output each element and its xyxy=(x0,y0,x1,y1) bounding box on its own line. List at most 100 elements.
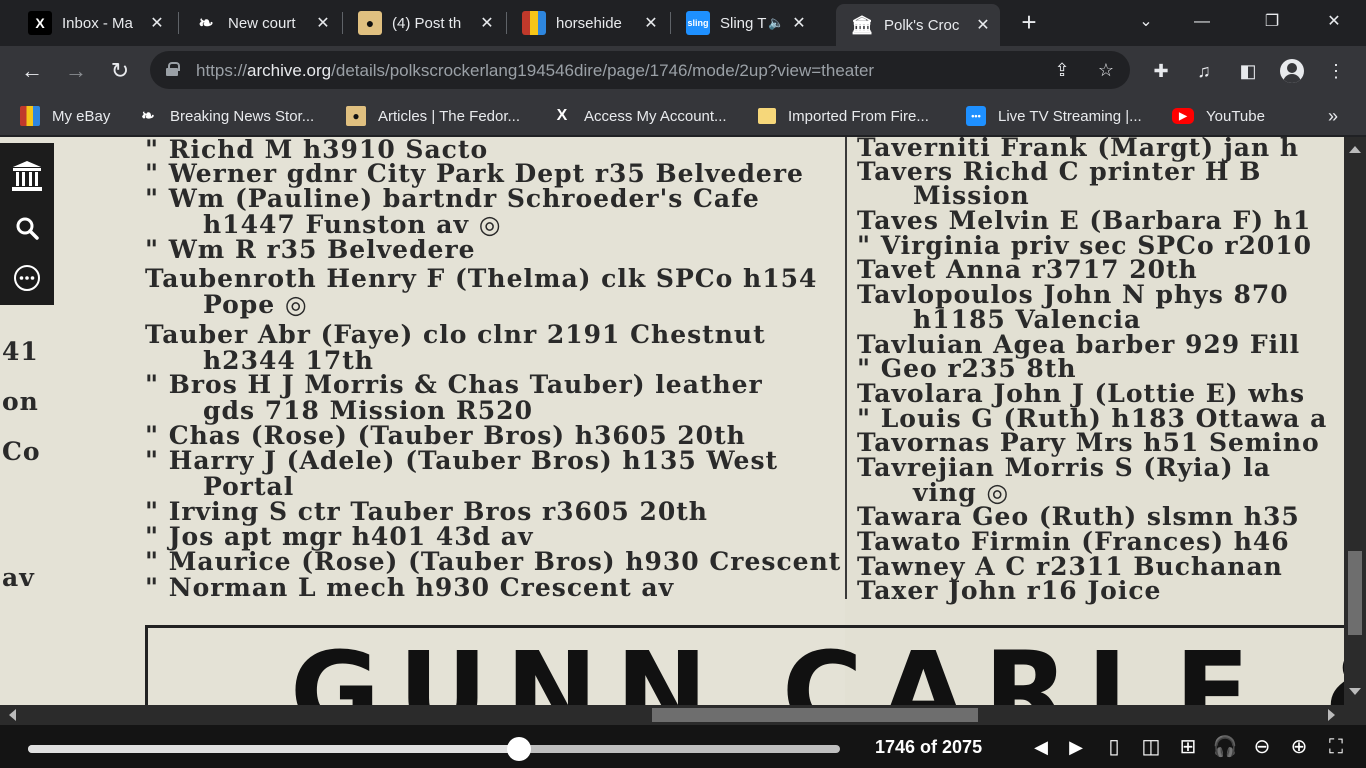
sprout-icon: ❧ xyxy=(198,12,214,33)
close-icon[interactable]: ✕ xyxy=(478,13,496,33)
page-slider-handle[interactable] xyxy=(507,737,532,761)
tab-title: Polk's Croc xyxy=(884,16,960,34)
page-count: 1746 of 2075 xyxy=(875,737,983,757)
bookmark-breaking-news[interactable]: ❧ Breaking News Stor... xyxy=(138,104,314,128)
previous-page-icon[interactable]: ◀ xyxy=(1028,734,1054,760)
url-prefix: https:// xyxy=(196,61,248,80)
new-tab-button[interactable]: + xyxy=(1016,9,1042,36)
menu-icon[interactable]: ⋮ xyxy=(1323,58,1349,84)
back-button[interactable]: ← xyxy=(17,56,47,86)
more-button[interactable] xyxy=(0,253,54,303)
search-button[interactable] xyxy=(0,203,54,253)
directory-line: Portal xyxy=(203,472,295,501)
scroll-up-arrow-icon[interactable] xyxy=(1349,146,1361,153)
page-slider-track[interactable] xyxy=(28,745,840,753)
tab-inbox[interactable]: X Inbox - Ma ✕ xyxy=(14,6,174,40)
tab-horsehide[interactable]: ▮ horsehide ✕ xyxy=(508,6,668,40)
scroll-down-arrow-icon[interactable] xyxy=(1349,688,1361,695)
close-icon[interactable]: ✕ xyxy=(790,13,808,33)
directory-line: " Maurice (Rose) (Tauber Bros) h930 Cres… xyxy=(145,547,842,576)
tab-search-icon[interactable]: ⌄ xyxy=(1126,8,1166,36)
archive-building-icon xyxy=(12,161,42,191)
directory-line: Mission xyxy=(913,181,1030,210)
close-icon[interactable]: ✕ xyxy=(314,13,332,33)
close-icon[interactable]: ✕ xyxy=(974,15,992,35)
read-aloud-icon[interactable]: 🎧 xyxy=(1212,734,1238,760)
zoom-out-icon[interactable]: ⊖ xyxy=(1249,734,1275,760)
forward-button[interactable]: → xyxy=(61,56,91,86)
ebay-icon: ▮ xyxy=(20,106,40,126)
tab-strip: X Inbox - Ma ✕ ❧ New court ✕ ● (4) Post … xyxy=(0,0,1366,46)
profile-avatar[interactable] xyxy=(1280,59,1304,83)
directory-line: " Harry J (Adele) (Tauber Bros) h135 Wes… xyxy=(145,446,779,475)
directory-line: " Jos apt mgr h401 43d av xyxy=(145,522,534,551)
tab-separator xyxy=(670,12,671,34)
url-text[interactable]: https://archive.org/details/polkscrocker… xyxy=(196,61,874,81)
side-panel-icon[interactable]: ◧ xyxy=(1235,58,1261,84)
bookmark-live-tv[interactable]: ••• Live TV Streaming |... xyxy=(966,104,1142,128)
horizontal-scrollbar[interactable] xyxy=(0,705,1344,725)
margin-fragment: on xyxy=(2,387,39,416)
archive-logo-icon[interactable] xyxy=(0,151,54,201)
profile-silhouette-icon: ● xyxy=(358,11,382,35)
profile-silhouette-icon: ● xyxy=(346,106,366,126)
directory-line: Taubenroth Henry F (Thelma) clk SPCo h15… xyxy=(145,264,818,293)
bookmark-articles[interactable]: ● Articles | The Fedor... xyxy=(346,104,520,128)
vertical-scrollbar[interactable] xyxy=(1344,137,1366,707)
address-bar[interactable]: https://archive.org/details/polkscrocker… xyxy=(150,51,1130,89)
share-icon[interactable]: ⇪ xyxy=(1050,59,1074,83)
lock-icon[interactable] xyxy=(166,62,180,76)
restore-button[interactable]: ❐ xyxy=(1252,8,1292,36)
tab-title: Sling T xyxy=(720,14,767,32)
bookmark-my-ebay[interactable]: ▮ My eBay xyxy=(20,104,110,128)
tab-post[interactable]: ● (4) Post th ✕ xyxy=(344,6,504,40)
youtube-icon: ▶ xyxy=(1172,108,1194,124)
bookmarks-overflow-button[interactable]: » xyxy=(1328,104,1338,128)
bookmark-star-icon[interactable]: ☆ xyxy=(1094,59,1118,83)
minimize-button[interactable]: — xyxy=(1182,8,1222,36)
bookmark-imported-folder[interactable]: ▬ Imported From Fire... xyxy=(758,104,929,128)
one-page-view-icon[interactable]: ▯ xyxy=(1101,734,1127,760)
sprout-icon: ❧ xyxy=(141,108,155,125)
scroll-right-arrow-icon[interactable] xyxy=(1328,709,1335,721)
directory-line: " Wm R r35 Belvedere xyxy=(145,235,476,264)
close-icon[interactable]: ✕ xyxy=(148,13,166,33)
media-control-icon[interactable]: ♫ xyxy=(1191,58,1217,84)
directory-line: Tavornas Pary Mrs h51 Semino xyxy=(857,428,1320,457)
tab-separator xyxy=(178,12,179,34)
directory-line: " Chas (Rose) (Tauber Bros) h3605 20th xyxy=(145,421,746,450)
directory-line: Tavolara John J (Lottie E) whs xyxy=(857,379,1306,408)
fullscreen-icon[interactable]: ⛶ xyxy=(1323,734,1349,760)
two-page-view-icon[interactable]: ◫ xyxy=(1138,734,1164,760)
vertical-scroll-thumb[interactable] xyxy=(1348,551,1362,635)
margin-fragment: av xyxy=(2,563,35,592)
bookmark-label: My eBay xyxy=(52,107,111,125)
sling-icon: ••• xyxy=(966,106,986,126)
tab-sling[interactable]: sling Sling T 🔈 ✕ xyxy=(672,6,832,40)
directory-line: Tawara Geo (Ruth) slsmn h35 xyxy=(857,502,1300,531)
search-icon xyxy=(16,217,39,240)
bookmark-access-account[interactable]: X Access My Account... xyxy=(552,104,727,128)
scroll-left-arrow-icon[interactable] xyxy=(9,709,16,721)
directory-line: " Werner gdnr City Park Dept r35 Belvede… xyxy=(145,159,804,188)
reload-button[interactable]: ↻ xyxy=(105,56,135,86)
zoom-in-icon[interactable]: ⊕ xyxy=(1286,734,1312,760)
next-page-icon[interactable]: ▶ xyxy=(1063,734,1089,760)
extensions-icon[interactable]: ✚ xyxy=(1148,58,1174,84)
url-path: /details/polkscrockerlang194546dire/page… xyxy=(331,61,875,80)
url-domain: archive.org xyxy=(247,61,332,80)
tab-polks[interactable]: 🏛 Polk's Croc ✕ xyxy=(836,4,1000,46)
bookmark-youtube[interactable]: ▶ YouTube xyxy=(1172,104,1265,128)
tab-new-court[interactable]: ❧ New court ✕ xyxy=(180,6,340,40)
directory-line: Tavlopoulos John N phys 870 xyxy=(857,280,1289,309)
window-close-button[interactable]: ✕ xyxy=(1314,8,1354,36)
sling-icon: sling xyxy=(686,11,710,35)
close-icon[interactable]: ✕ xyxy=(642,13,660,33)
horizontal-scroll-thumb[interactable] xyxy=(652,708,978,722)
browser-toolbar: ← → ↻ https://archive.org/details/polksc… xyxy=(0,46,1366,96)
audio-playing-icon[interactable]: 🔈 xyxy=(768,15,790,31)
thumbnail-view-icon[interactable]: ⊞ xyxy=(1175,734,1201,760)
tab-separator xyxy=(506,12,507,34)
book-viewer[interactable]: 41 on Co av " Richd M h3910 Sacto " Wern… xyxy=(0,137,1366,707)
directory-line: Taves Melvin E (Barbara F) h1 xyxy=(857,206,1312,235)
